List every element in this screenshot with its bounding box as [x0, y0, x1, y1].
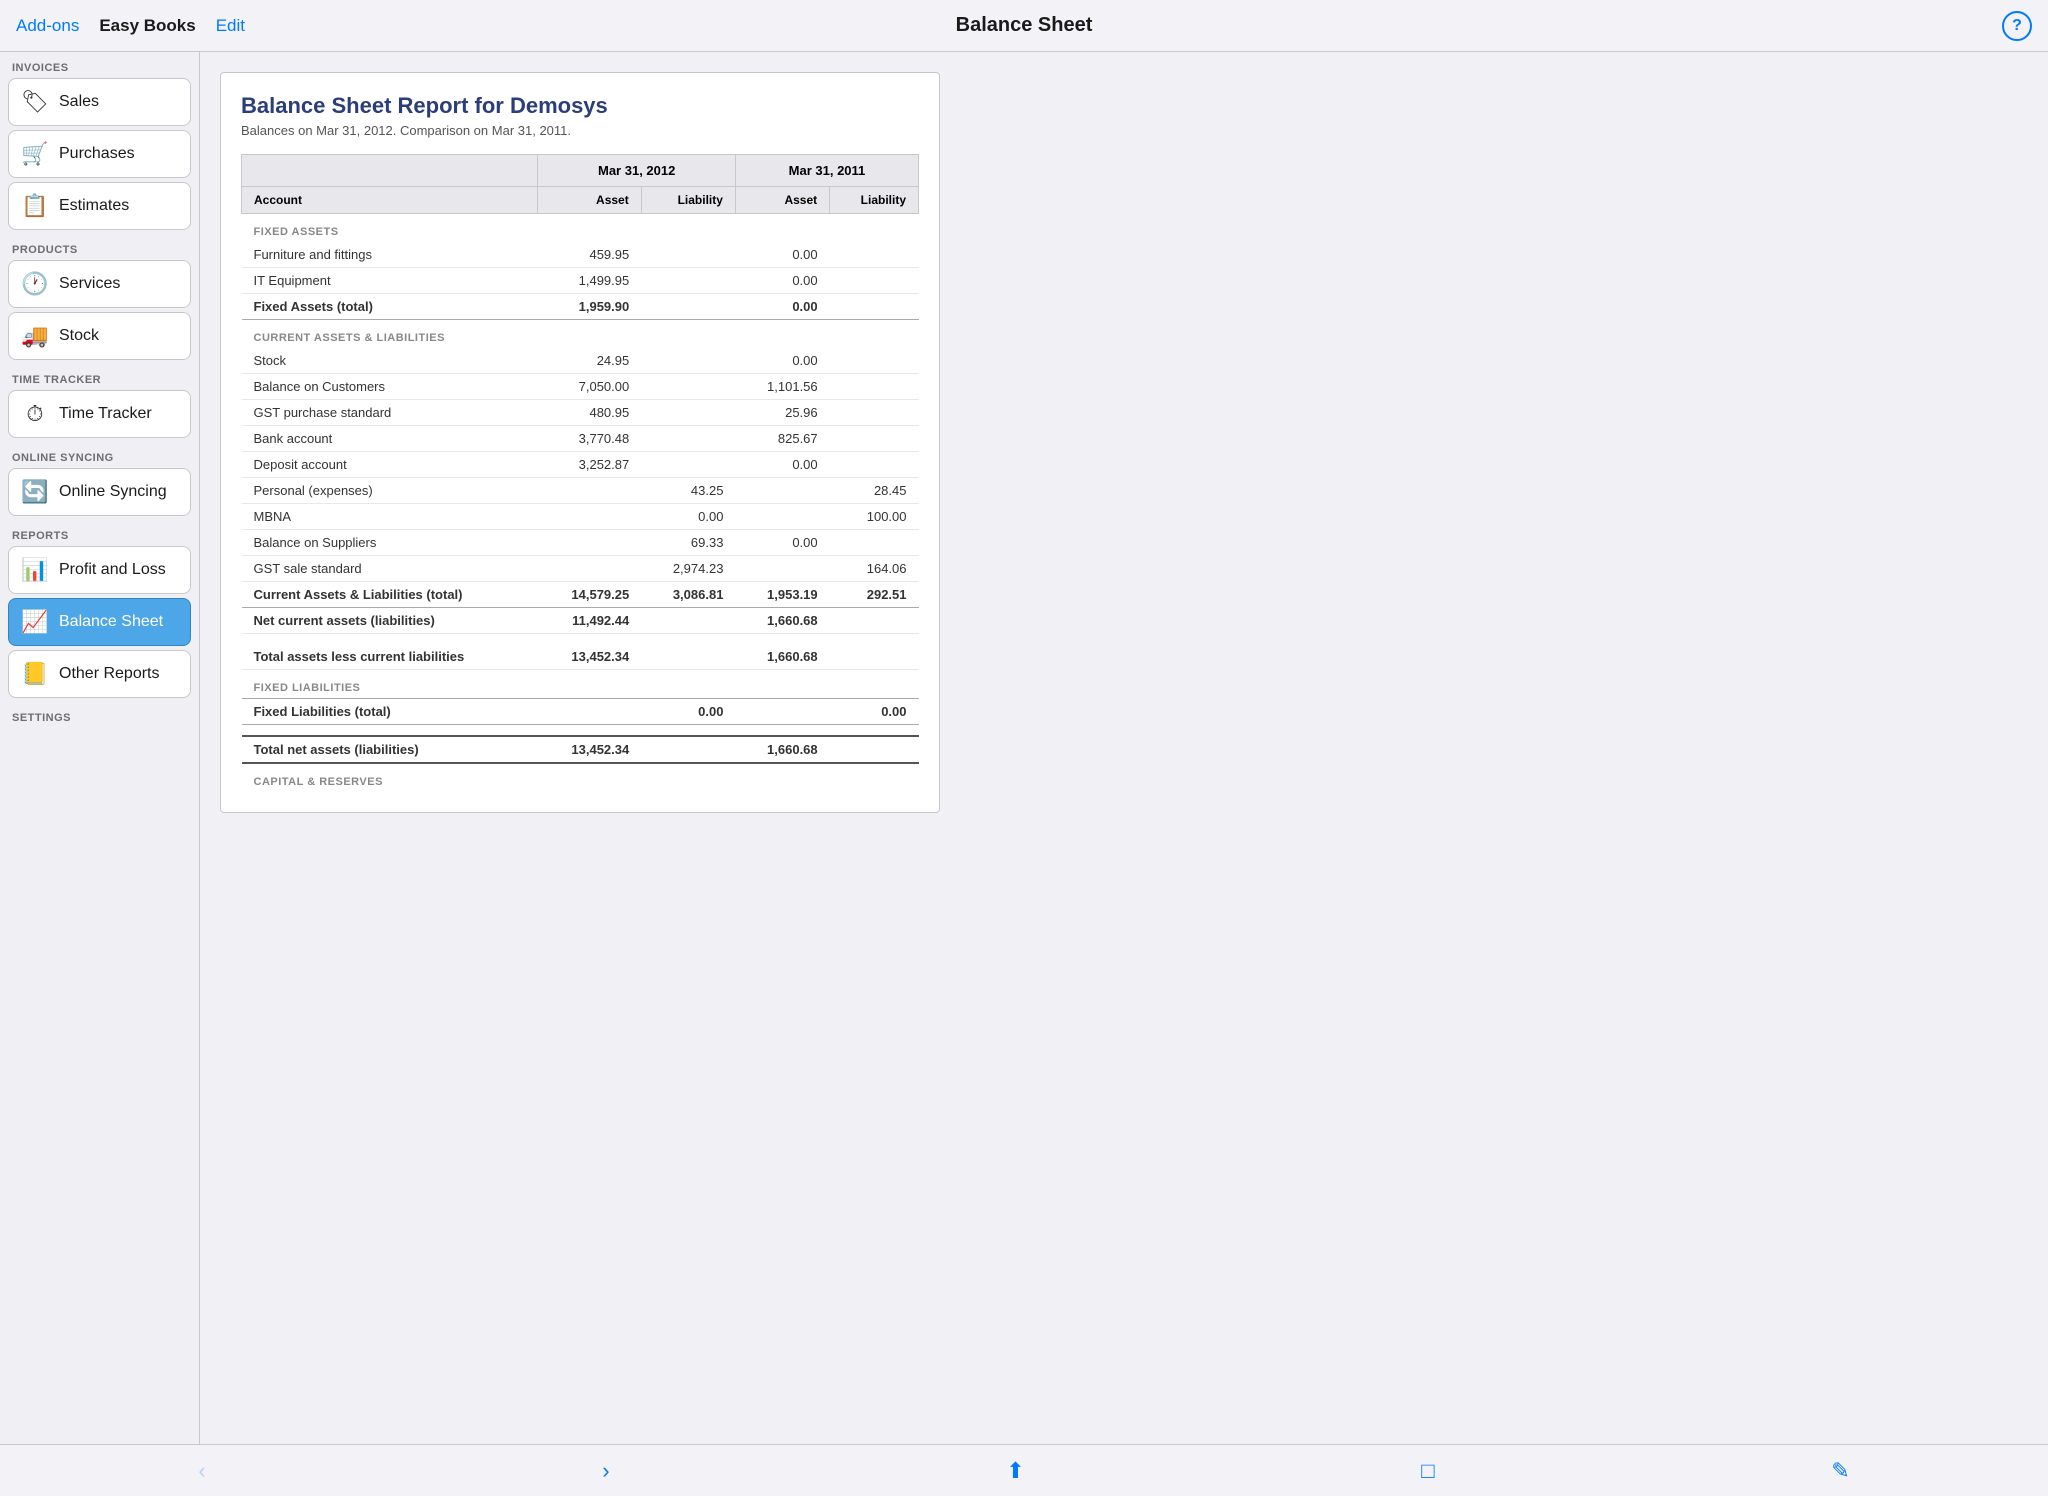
- table-row: Deposit account3,252.870.00: [242, 452, 919, 478]
- sidebar-item-label-services: Services: [59, 275, 120, 293]
- other-reports-icon: 📒: [21, 661, 49, 687]
- table-row: Bank account3,770.48825.67: [242, 426, 919, 452]
- sidebar-item-services[interactable]: 🕐 Services: [8, 260, 191, 308]
- subheader-asset1: Asset: [538, 187, 641, 214]
- table-section-header: CURRENT ASSETS & LIABILITIES: [242, 320, 919, 349]
- content-area: Balance Sheet Report for Demosys Balance…: [200, 52, 2048, 1444]
- profit-and-loss-icon: 📊: [21, 557, 49, 583]
- table-row: Balance on Customers7,050.001,101.56: [242, 374, 919, 400]
- table-row: Net current assets (liabilities)11,492.4…: [242, 608, 919, 634]
- time-tracker-icon: ⏱: [21, 401, 49, 427]
- table-row: Balance on Suppliers69.330.00: [242, 530, 919, 556]
- top-bar-right: ?: [1360, 11, 2032, 41]
- sidebar-item-label-purchases: Purchases: [59, 145, 135, 163]
- top-bar: Add-ons Easy Books Edit Balance Sheet ?: [0, 0, 2048, 52]
- table-row: Total assets less current liabilities13,…: [242, 644, 919, 670]
- report-title: Balance Sheet Report for Demosys: [241, 93, 919, 119]
- folder-button[interactable]: □: [1401, 1450, 1454, 1492]
- table-row: Fixed Liabilities (total)0.000.00: [242, 699, 919, 725]
- account-header: [242, 155, 538, 187]
- table-row: Total net assets (liabilities)13,452.341…: [242, 736, 919, 763]
- sidebar-item-sales[interactable]: 🏷 Sales: [8, 78, 191, 126]
- balance-table: Mar 31, 2012 Mar 31, 2011 Account Asset …: [241, 154, 919, 792]
- subheader-liab2: Liability: [830, 187, 919, 214]
- top-bar-left: Add-ons Easy Books Edit: [16, 16, 688, 36]
- table-section-header: FIXED ASSETS: [242, 214, 919, 243]
- edit-button[interactable]: Edit: [216, 16, 245, 36]
- subheader-liab1: Liability: [641, 187, 735, 214]
- stock-icon: 🚚: [21, 323, 49, 349]
- table-row: Current Assets & Liabilities (total)14,5…: [242, 582, 919, 608]
- sidebar-item-label-online-syncing: Online Syncing: [59, 483, 167, 501]
- sidebar-section-products: PRODUCTS: [0, 234, 199, 260]
- share-button[interactable]: ⬆: [986, 1450, 1044, 1492]
- sidebar-section-online-syncing: ONLINE SYNCING: [0, 442, 199, 468]
- table-row: MBNA0.00100.00: [242, 504, 919, 530]
- sidebar-item-online-syncing[interactable]: 🔄 Online Syncing: [8, 468, 191, 516]
- col2-header: Mar 31, 2011: [735, 155, 918, 187]
- main-content: INVOICES 🏷 Sales 🛒 Purchases 📋 Estimates PRODUC…: [0, 52, 2048, 1444]
- services-icon: 🕐: [21, 271, 49, 297]
- table-row: Stock24.950.00: [242, 348, 919, 374]
- sidebar-section-time-tracker: TIME TRACKER: [0, 364, 199, 390]
- table-section-header: CAPITAL & RESERVES: [242, 763, 919, 792]
- sidebar-item-label-profit-and-loss: Profit and Loss: [59, 561, 166, 579]
- table-spacer: [242, 725, 919, 737]
- table-row: IT Equipment1,499.950.00: [242, 268, 919, 294]
- back-button[interactable]: ‹: [178, 1450, 225, 1492]
- table-row: Personal (expenses)43.2528.45: [242, 478, 919, 504]
- report-subtitle: Balances on Mar 31, 2012. Comparison on …: [241, 123, 919, 138]
- sidebar-section-reports: REPORTS: [0, 520, 199, 546]
- compose-button[interactable]: ✎: [1811, 1450, 1869, 1492]
- sidebar-item-time-tracker[interactable]: ⏱ Time Tracker: [8, 390, 191, 438]
- table-row: GST sale standard2,974.23164.06: [242, 556, 919, 582]
- table-header-row-1: Mar 31, 2012 Mar 31, 2011: [242, 155, 919, 187]
- sidebar-item-profit-and-loss[interactable]: 📊 Profit and Loss: [8, 546, 191, 594]
- estimates-icon: 📋: [21, 193, 49, 219]
- table-row: Furniture and fittings459.950.00: [242, 242, 919, 268]
- sidebar-item-label-balance-sheet: Balance Sheet: [59, 613, 163, 631]
- sidebar-item-estimates[interactable]: 📋 Estimates: [8, 182, 191, 230]
- table-header-row-2: Account Asset Liability Asset Liability: [242, 187, 919, 214]
- table-row: GST purchase standard480.9525.96: [242, 400, 919, 426]
- sidebar-item-other-reports[interactable]: 📒 Other Reports: [8, 650, 191, 698]
- col1-header: Mar 31, 2012: [538, 155, 736, 187]
- sidebar-section-invoices: INVOICES: [0, 52, 199, 78]
- app-title: Easy Books: [99, 16, 195, 36]
- balance-sheet-icon: 📈: [21, 609, 49, 635]
- addons-button[interactable]: Add-ons: [16, 16, 79, 36]
- sidebar-item-label-time-tracker: Time Tracker: [59, 405, 152, 423]
- table-spacer: [242, 634, 919, 645]
- sidebar: INVOICES 🏷 Sales 🛒 Purchases 📋 Estimates PRODUC…: [0, 52, 200, 1444]
- table-row: Fixed Assets (total)1,959.900.00: [242, 294, 919, 320]
- sidebar-item-label-estimates: Estimates: [59, 197, 129, 215]
- page-title: Balance Sheet: [688, 14, 1360, 37]
- sidebar-item-label-stock: Stock: [59, 327, 99, 345]
- sidebar-item-label-sales: Sales: [59, 93, 99, 111]
- report-container: Balance Sheet Report for Demosys Balance…: [220, 72, 940, 813]
- table-section-header: FIXED LIABILITIES: [242, 670, 919, 699]
- forward-button[interactable]: ›: [582, 1450, 629, 1492]
- subheader-asset2: Asset: [735, 187, 829, 214]
- sales-icon: 🏷: [21, 89, 49, 115]
- online-syncing-icon: 🔄: [21, 479, 49, 505]
- sidebar-item-purchases[interactable]: 🛒 Purchases: [8, 130, 191, 178]
- purchases-icon: 🛒: [21, 141, 49, 167]
- sidebar-item-balance-sheet[interactable]: 📈 Balance Sheet: [8, 598, 191, 646]
- sidebar-item-stock[interactable]: 🚚 Stock: [8, 312, 191, 360]
- bottom-bar: ‹ › ⬆ □ ✎: [0, 1444, 2048, 1496]
- sidebar-item-label-other-reports: Other Reports: [59, 665, 159, 683]
- help-button[interactable]: ?: [2002, 11, 2032, 41]
- subheader-account: Account: [242, 187, 538, 214]
- sidebar-section-settings: SETTINGS: [0, 702, 199, 728]
